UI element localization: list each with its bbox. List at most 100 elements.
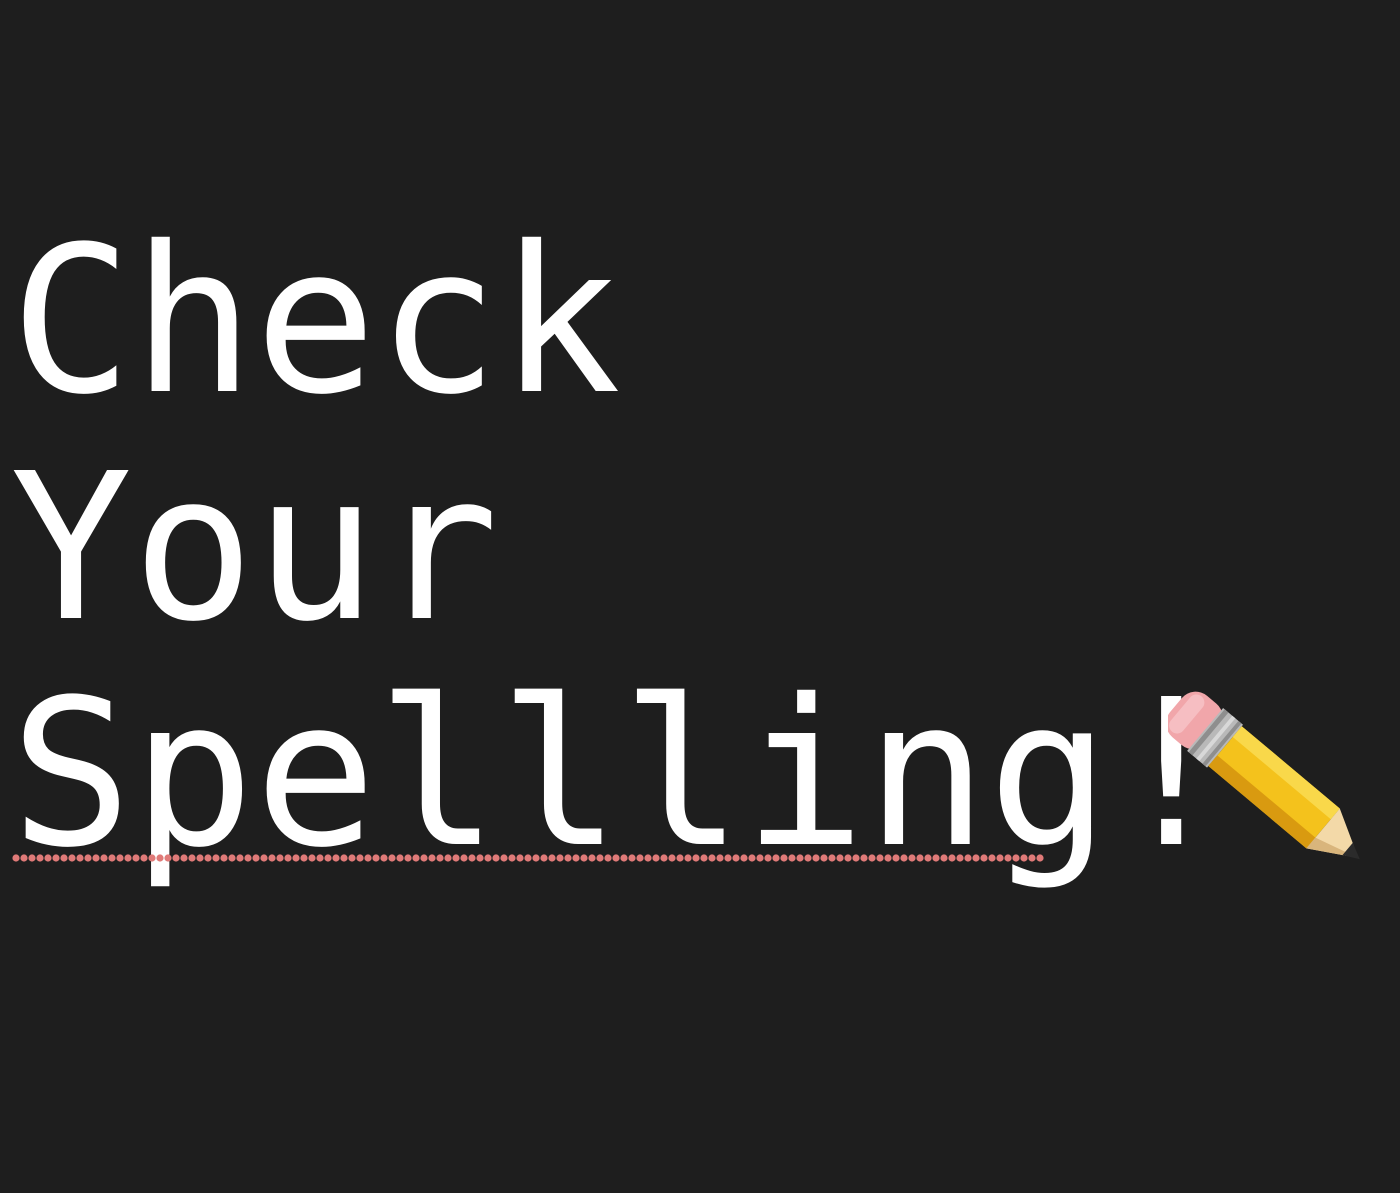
underline-dot bbox=[884, 854, 892, 862]
underline-dot bbox=[900, 854, 908, 862]
underline-dot bbox=[396, 854, 404, 862]
underline-dot bbox=[92, 854, 100, 862]
underline-dot bbox=[484, 854, 492, 862]
underline-dot bbox=[268, 854, 276, 862]
underline-dot bbox=[492, 854, 500, 862]
underline-dot bbox=[420, 854, 428, 862]
underline-dot bbox=[524, 854, 532, 862]
underline-dot bbox=[356, 854, 364, 862]
underline-dot bbox=[772, 854, 780, 862]
underline-dot bbox=[572, 854, 580, 862]
underline-dot bbox=[660, 854, 668, 862]
underline-dot bbox=[364, 854, 372, 862]
underline-dot bbox=[260, 854, 268, 862]
underline-dot bbox=[644, 854, 652, 862]
underline-dot bbox=[732, 854, 740, 862]
underline-dot bbox=[172, 854, 180, 862]
underline-dot bbox=[380, 854, 388, 862]
underline-dot bbox=[20, 854, 28, 862]
underline-dot bbox=[628, 854, 636, 862]
underline-dot bbox=[244, 854, 252, 862]
underline-dot bbox=[372, 854, 380, 862]
underline-dot bbox=[636, 854, 644, 862]
underline-dot bbox=[844, 854, 852, 862]
underline-dot bbox=[292, 854, 300, 862]
underline-dot bbox=[852, 854, 860, 862]
slide-canvas: Check Your Spellling! bbox=[0, 0, 1400, 1193]
underline-dot bbox=[140, 854, 148, 862]
underline-dot bbox=[692, 854, 700, 862]
underline-dot bbox=[996, 854, 1004, 862]
heading-line-your: Your bbox=[10, 430, 499, 666]
underline-dot bbox=[452, 854, 460, 862]
underline-dot bbox=[668, 854, 676, 862]
underline-dot bbox=[148, 854, 156, 862]
underline-dot bbox=[204, 854, 212, 862]
underline-dot bbox=[708, 854, 716, 862]
underline-dot bbox=[84, 854, 92, 862]
pencil-icon bbox=[1168, 691, 1360, 860]
underline-dot bbox=[940, 854, 948, 862]
underline-dot bbox=[820, 854, 828, 862]
misspelled-word: Spellling bbox=[10, 656, 1110, 892]
underline-dot bbox=[676, 854, 684, 862]
underline-dot bbox=[724, 854, 732, 862]
underline-dot bbox=[1020, 854, 1028, 862]
underline-dot bbox=[860, 854, 868, 862]
underline-dot bbox=[236, 854, 244, 862]
underline-dot bbox=[388, 854, 396, 862]
heading-line-check: Check bbox=[10, 203, 622, 439]
underline-dot bbox=[180, 854, 188, 862]
underline-dot bbox=[476, 854, 484, 862]
underline-dot bbox=[220, 854, 228, 862]
underline-dot bbox=[316, 854, 324, 862]
underline-dot bbox=[28, 854, 36, 862]
underline-dot bbox=[964, 854, 972, 862]
underline-dot bbox=[908, 854, 916, 862]
underline-dot bbox=[412, 854, 420, 862]
underline-dot bbox=[956, 854, 964, 862]
underline-dot bbox=[300, 854, 308, 862]
underline-dot bbox=[532, 854, 540, 862]
underline-dot bbox=[252, 854, 260, 862]
underline-dot bbox=[932, 854, 940, 862]
underline-dot bbox=[428, 854, 436, 862]
underline-dot bbox=[988, 854, 996, 862]
underline-dot bbox=[556, 854, 564, 862]
underline-dot bbox=[948, 854, 956, 862]
underline-dot bbox=[276, 854, 284, 862]
underline-dot bbox=[700, 854, 708, 862]
underline-dot bbox=[892, 854, 900, 862]
underline-dot bbox=[508, 854, 516, 862]
underline-dot bbox=[436, 854, 444, 862]
underline-dot bbox=[588, 854, 596, 862]
underline-dot bbox=[348, 854, 356, 862]
underline-dot bbox=[684, 854, 692, 862]
underline-dot bbox=[828, 854, 836, 862]
underline-dot bbox=[404, 854, 412, 862]
underline-dot bbox=[796, 854, 804, 862]
underline-dot bbox=[604, 854, 612, 862]
underline-dot bbox=[716, 854, 724, 862]
underline-dot bbox=[1012, 854, 1020, 862]
underline-dot bbox=[36, 854, 44, 862]
underline-dot bbox=[228, 854, 236, 862]
underline-dot bbox=[460, 854, 468, 862]
underline-dot bbox=[972, 854, 980, 862]
underline-dot bbox=[580, 854, 588, 862]
underline-dot bbox=[76, 854, 84, 862]
underline-dot bbox=[788, 854, 796, 862]
underline-dot bbox=[740, 854, 748, 862]
underline-dot bbox=[596, 854, 604, 862]
underline-dot bbox=[60, 854, 68, 862]
heading-line-spelling: Spellling! bbox=[10, 673, 1232, 876]
underline-dot bbox=[68, 854, 76, 862]
underline-dot bbox=[748, 854, 756, 862]
underline-dot bbox=[564, 854, 572, 862]
underline-dot bbox=[780, 854, 788, 862]
underline-dot bbox=[132, 854, 140, 862]
underline-dot bbox=[188, 854, 196, 862]
underline-dot bbox=[212, 854, 220, 862]
underline-dot bbox=[500, 854, 508, 862]
underline-dot bbox=[124, 854, 132, 862]
